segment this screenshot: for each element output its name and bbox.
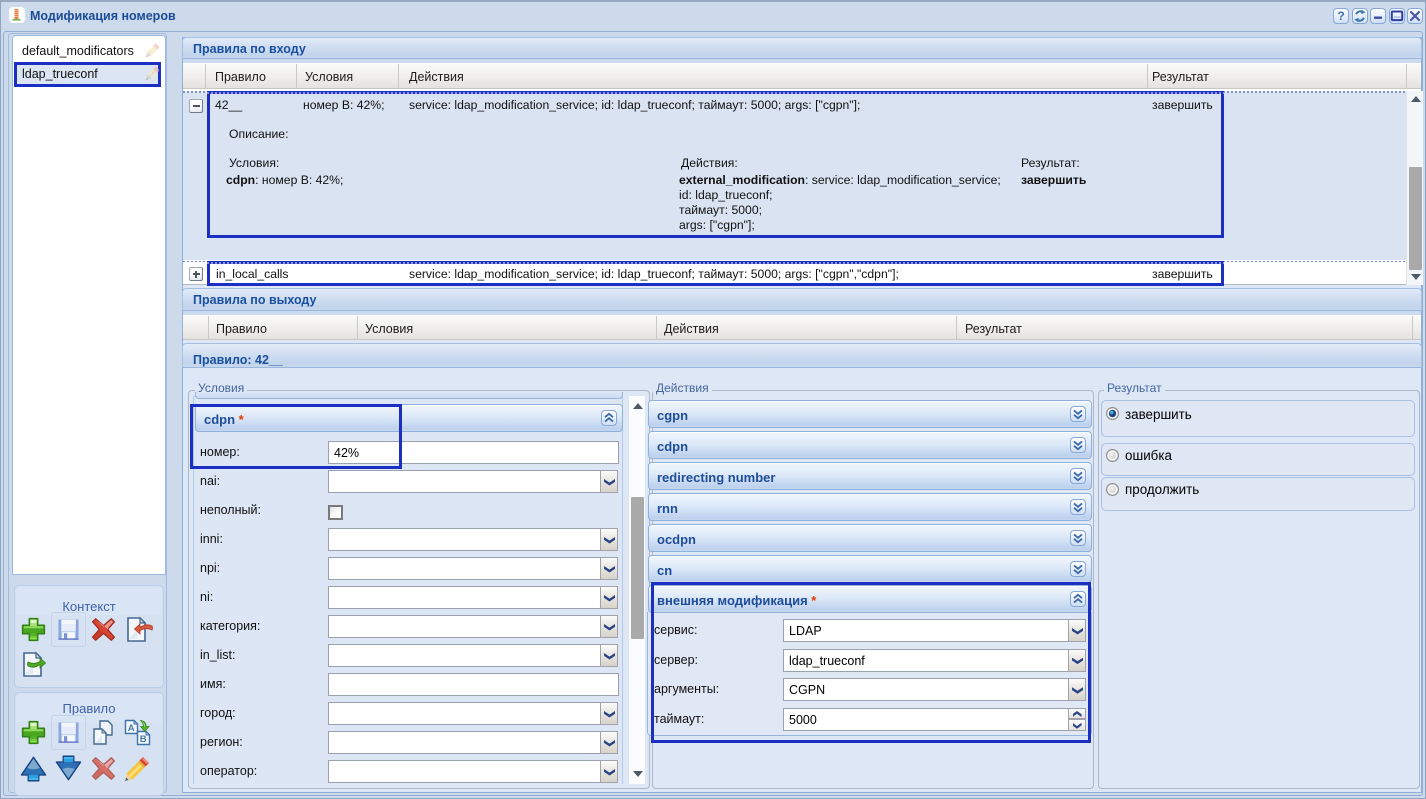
svg-text:A: A <box>128 723 135 734</box>
svg-text:B: B <box>140 734 147 745</box>
svg-text:?: ? <box>1337 9 1344 23</box>
